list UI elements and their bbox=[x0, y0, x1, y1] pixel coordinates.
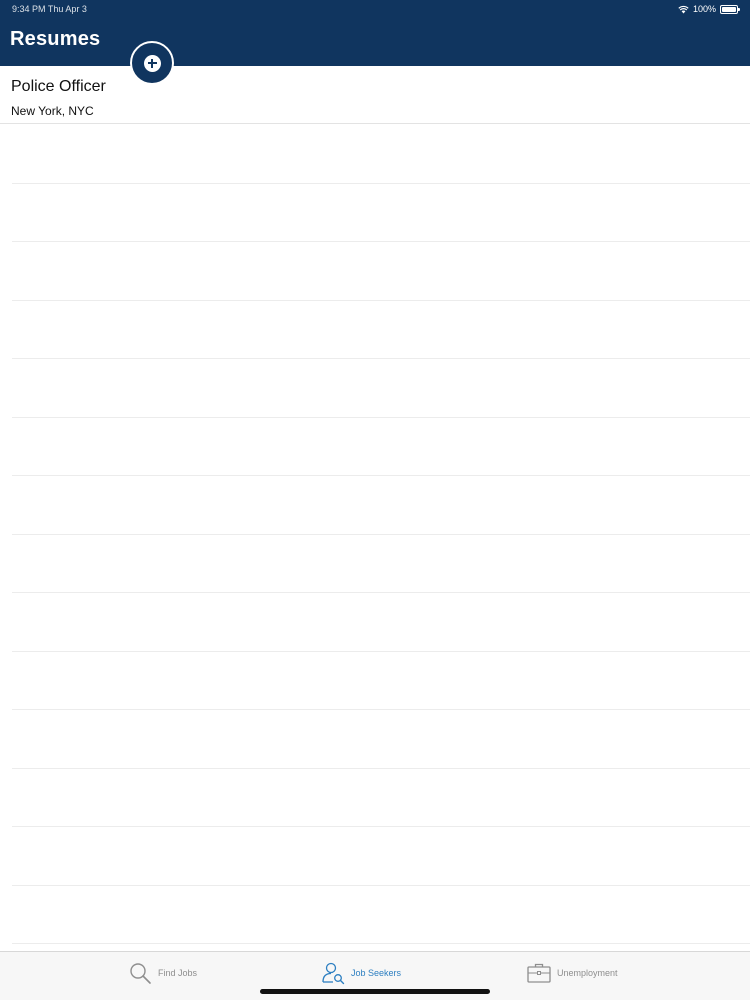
tab-label: Find Jobs bbox=[158, 968, 198, 978]
nav-bar: 9:34 PM Thu Apr 3 100% Resumes bbox=[0, 0, 750, 66]
row-separator bbox=[12, 475, 750, 476]
row-separator bbox=[12, 592, 750, 593]
resume-location: New York, NYC bbox=[11, 104, 94, 118]
resume-list[interactable]: Police Officer New York, NYC bbox=[0, 66, 750, 951]
add-resume-button[interactable] bbox=[130, 41, 174, 85]
resume-title: Police Officer bbox=[11, 78, 106, 95]
tab-label: Unemployment bbox=[557, 968, 618, 978]
row-separator bbox=[12, 358, 750, 359]
row-separator bbox=[12, 768, 750, 769]
status-time: 9:34 PM Thu Apr 3 bbox=[12, 4, 87, 14]
row-separator bbox=[12, 300, 750, 301]
row-separator bbox=[12, 534, 750, 535]
wifi-icon bbox=[678, 5, 689, 13]
screen: 9:34 PM Thu Apr 3 100% Resumes Police Of… bbox=[0, 0, 750, 1000]
row-separator bbox=[12, 709, 750, 710]
tab-find-jobs[interactable]: Find Jobs bbox=[128, 958, 197, 988]
home-indicator[interactable] bbox=[260, 989, 490, 994]
plus-circle-icon bbox=[143, 54, 161, 72]
row-separator bbox=[12, 183, 750, 184]
resume-row[interactable]: Police Officer New York, NYC bbox=[0, 66, 750, 124]
row-separator bbox=[12, 241, 750, 242]
person-search-icon bbox=[322, 962, 345, 985]
briefcase-icon bbox=[527, 963, 551, 983]
tab-job-seekers[interactable]: Job Seekers bbox=[321, 958, 401, 988]
row-separator bbox=[12, 417, 750, 418]
row-separator bbox=[12, 826, 750, 827]
search-icon bbox=[130, 963, 151, 984]
row-separator bbox=[12, 943, 750, 944]
tab-unemployment[interactable]: Unemployment bbox=[527, 958, 618, 988]
tab-label: Job Seekers bbox=[351, 968, 402, 978]
page-title: Resumes bbox=[10, 28, 101, 50]
row-separator bbox=[12, 651, 750, 652]
battery-icon bbox=[720, 4, 740, 14]
status-indicators: 100% bbox=[678, 0, 740, 18]
battery-percent: 100% bbox=[692, 4, 716, 14]
row-separator bbox=[12, 885, 750, 886]
status-bar: 9:34 PM Thu Apr 3 100% bbox=[0, 0, 750, 18]
